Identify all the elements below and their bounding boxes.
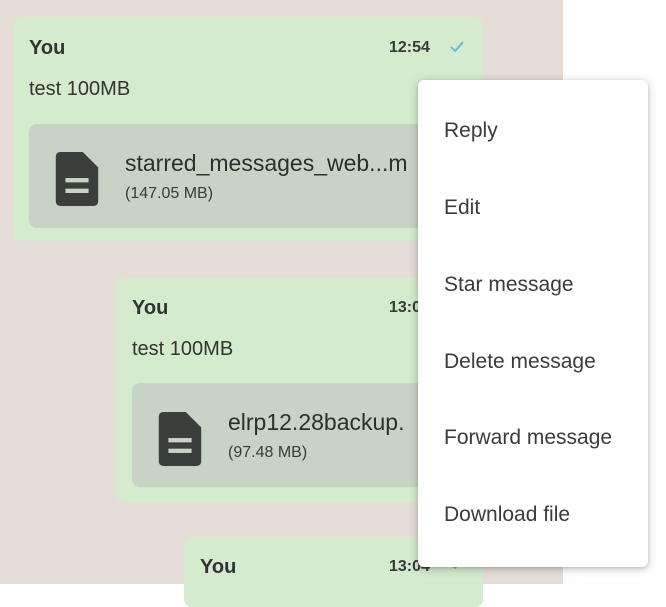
file-attachment[interactable]: starred_messages_web...m (147.05 MB) xyxy=(29,124,483,228)
message-time: 13:0 xyxy=(389,299,422,316)
menu-item-star-message[interactable]: Star message xyxy=(418,255,648,315)
menu-item-delete-message[interactable]: Delete message xyxy=(418,332,648,392)
message-text: test 100MB xyxy=(132,338,234,360)
check-icon xyxy=(450,41,464,52)
menu-item-download-file[interactable]: Download file xyxy=(418,485,648,545)
file-size: (147.05 MB) xyxy=(125,185,214,202)
context-menu: Reply Edit Star message Delete message F… xyxy=(418,80,648,567)
message-sender: You xyxy=(29,37,66,59)
message-sender: You xyxy=(200,556,237,578)
message-bubble[interactable]: You 12:54 test 100MB starred_messages_we… xyxy=(13,17,483,241)
message-time: 12:54 xyxy=(389,39,430,56)
message-sender: You xyxy=(132,297,169,319)
document-icon xyxy=(158,412,202,466)
file-size: (97.48 MB) xyxy=(228,444,308,461)
file-name: elrp12.28backup. xyxy=(228,409,405,435)
message-text: test 100MB xyxy=(29,78,131,100)
menu-item-edit[interactable]: Edit xyxy=(418,178,648,238)
document-icon xyxy=(55,152,99,206)
file-name: starred_messages_web...m xyxy=(125,150,408,176)
menu-item-reply[interactable]: Reply xyxy=(418,101,648,161)
menu-item-forward-message[interactable]: Forward message xyxy=(418,408,648,468)
